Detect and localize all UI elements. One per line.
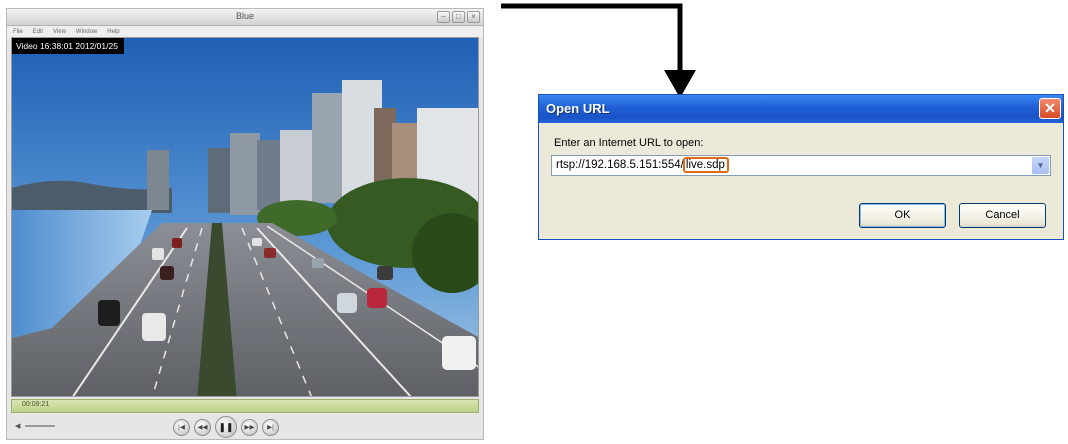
url-dropdown-button[interactable]: ▼ bbox=[1032, 157, 1049, 174]
url-prefix: rtsp://192.168.5.151:554/ bbox=[556, 159, 684, 171]
url-prompt-label: Enter an Internet URL to open: bbox=[554, 137, 704, 149]
cancel-button[interactable]: Cancel bbox=[959, 203, 1046, 228]
url-highlight: live.sdp bbox=[682, 157, 729, 173]
ok-button[interactable]: OK bbox=[859, 203, 946, 228]
url-value: rtsp://192.168.5.151:554/live.sdp bbox=[556, 157, 729, 173]
dialog-titlebar[interactable]: Open URL ✕ bbox=[539, 95, 1063, 123]
open-url-dialog: Open URL ✕ Enter an Internet URL to open… bbox=[538, 94, 1064, 240]
dialog-close-button[interactable]: ✕ bbox=[1039, 98, 1061, 119]
url-input[interactable]: rtsp://192.168.5.151:554/live.sdp ▼ bbox=[551, 155, 1051, 176]
dialog-title: Open URL bbox=[546, 101, 610, 116]
